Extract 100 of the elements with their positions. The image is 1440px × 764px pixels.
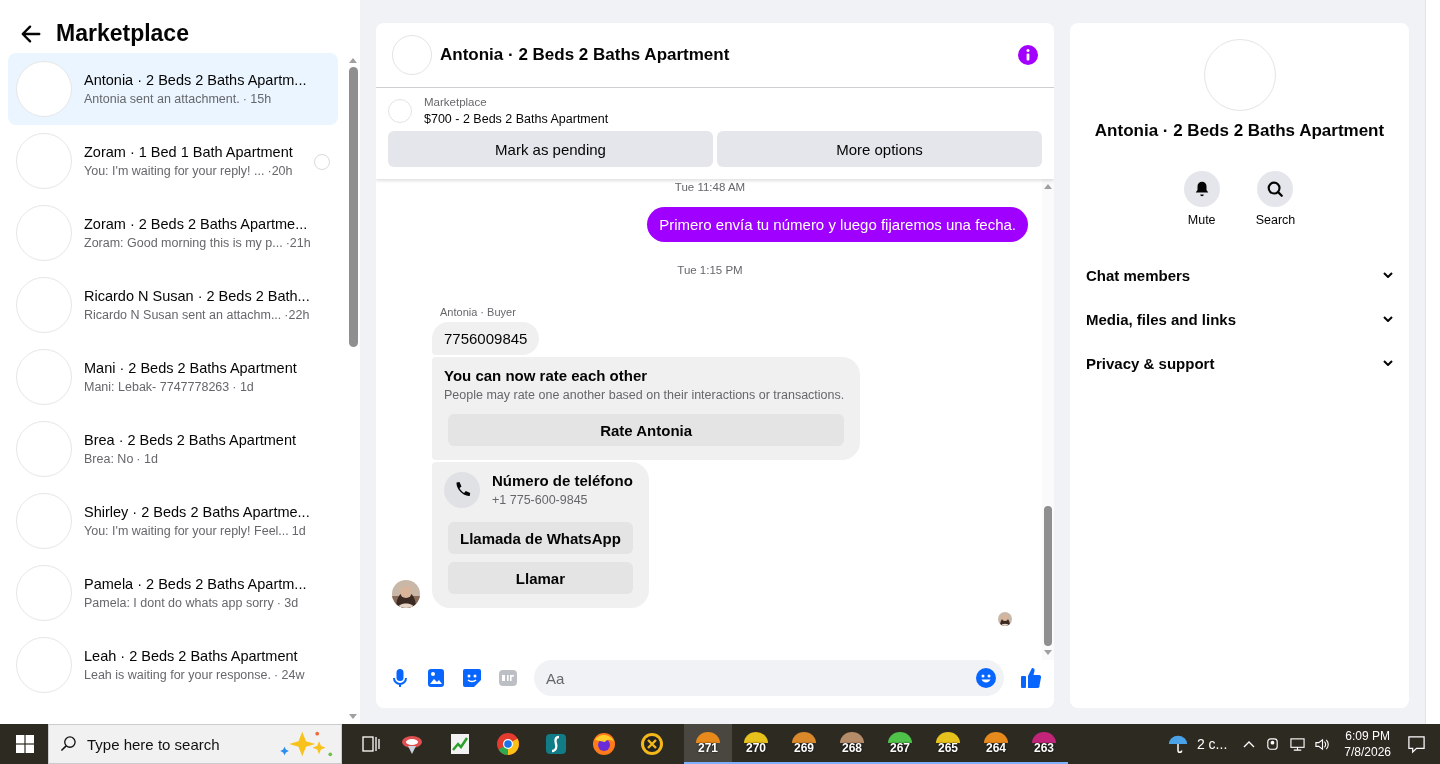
- scroll-up-icon[interactable]: [349, 57, 357, 63]
- message-preview: Pamela: I dont do whats app sorry: [84, 596, 274, 610]
- avatar-icon: [16, 493, 72, 549]
- scroll-down-icon[interactable]: [349, 714, 357, 720]
- network-icon[interactable]: [1290, 736, 1306, 752]
- conversation-item[interactable]: Mani · 2 Beds 2 Baths Apartment Mani: Lebak- 7747778263 · 1d: [8, 341, 338, 413]
- search-icon: [60, 735, 77, 752]
- conversation-item[interactable]: Antonia · 2 Beds 2 Baths Apartm... Antonia sent an attachment. · 15h: [8, 53, 338, 125]
- app-icon[interactable]: [544, 732, 568, 756]
- task-view-icon[interactable]: [362, 735, 380, 753]
- phone-icon: [444, 472, 480, 508]
- scroll-up-icon[interactable]: [1044, 183, 1052, 189]
- emoji-icon[interactable]: [976, 668, 996, 688]
- volume-icon[interactable]: [1315, 736, 1331, 752]
- message-preview: Mani: Lebak- 7747778263: [84, 380, 230, 394]
- message-time: · 1d: [232, 380, 254, 394]
- taskbar-app[interactable]: 265: [924, 724, 972, 764]
- sparkle-icon: [278, 730, 334, 758]
- chevron-up-icon[interactable]: [1243, 740, 1256, 748]
- contact-title: Número de teléfono: [492, 472, 633, 489]
- conversation-item[interactable]: Zoram · 2 Beds 2 Baths Apartme... Zoram: Good morning this is my p... ·21h: [8, 197, 338, 269]
- browser-icon[interactable]: [496, 732, 520, 756]
- section-header[interactable]: Privacy & support: [1086, 341, 1393, 385]
- message-input[interactable]: Aa: [534, 660, 1004, 696]
- scrollbar-thumb[interactable]: [1044, 506, 1052, 646]
- app-icon[interactable]: [448, 732, 472, 756]
- scroll-down-icon[interactable]: [1044, 650, 1052, 656]
- avatar-icon: [16, 277, 72, 333]
- browser-icon[interactable]: [592, 732, 616, 756]
- sticker-icon[interactable]: [462, 668, 482, 688]
- taskbar-app[interactable]: 271: [684, 724, 732, 764]
- section-header[interactable]: Media, files and links: [1086, 297, 1393, 341]
- scrollbar-thumb[interactable]: [348, 67, 358, 347]
- call-button[interactable]: Llamada de WhatsApp: [448, 522, 633, 554]
- page-title: Marketplace: [56, 20, 189, 47]
- avatar-icon: [16, 133, 72, 189]
- scrollbar[interactable]: [1425, 0, 1440, 724]
- conversation-name: Ricardo N Susan · 2 Beds 2 Bath...: [84, 288, 310, 304]
- avatar-icon: [16, 637, 72, 693]
- windows-start-icon[interactable]: [16, 735, 34, 753]
- conversation-name: Pamela · 2 Beds 2 Baths Apartm...: [84, 576, 307, 592]
- message-time: ·22h: [284, 308, 310, 322]
- app-icon[interactable]: [640, 732, 664, 756]
- message-preview: You: I'm waiting for your reply! Feel...: [84, 524, 289, 538]
- sender-label: Antonia · Buyer: [440, 306, 517, 318]
- umbrella-icon[interactable]: [1166, 733, 1189, 755]
- notification-icon[interactable]: [1407, 734, 1426, 754]
- taskbar-app[interactable]: 269: [780, 724, 828, 764]
- conversation-item[interactable]: Brea · 2 Beds 2 Baths Apartment Brea: No · 1d: [8, 413, 338, 485]
- conversation-name: Antonia · 2 Beds 2 Baths Apartm...: [84, 72, 307, 88]
- conversation-name: Brea · 2 Beds 2 Baths Apartment: [84, 432, 296, 448]
- taskbar-app[interactable]: 264: [972, 724, 1020, 764]
- phone-number: +1 775-600-9845: [492, 493, 589, 507]
- message-timestamp: Tue 1:15 PM: [677, 264, 743, 276]
- back-arrow-icon[interactable]: [20, 22, 42, 45]
- taskbar-app[interactable]: 268: [828, 724, 876, 764]
- conversation-item[interactable]: Shirley · 2 Beds 2 Baths Apartme... You: I'm waiting for your reply! Feel... 1d: [8, 485, 338, 557]
- message-preview: Brea: No: [84, 452, 134, 466]
- info-icon[interactable]: [1018, 45, 1038, 65]
- microphone-icon[interactable]: [390, 668, 410, 688]
- weather-text[interactable]: 2 c...: [1196, 736, 1228, 752]
- listing-action-button[interactable]: More options: [717, 131, 1042, 167]
- thumbs-up-icon[interactable]: [1020, 667, 1042, 689]
- message-preview: Zoram: Good morning this is my p...: [84, 236, 283, 250]
- search-icon: [1266, 180, 1285, 198]
- conversation-item[interactable]: Zoram · 1 Bed 1 Bath Apartment You: I'm waiting for your reply! ... ·20h: [8, 125, 338, 197]
- outgoing-message: Primero envía tu número y luego fijaremos una fecha.: [647, 207, 1028, 242]
- rate-button[interactable]: Rate Antonia: [448, 414, 845, 446]
- avatar-icon: [16, 421, 72, 477]
- message-preview: You: I'm waiting for your reply! ...: [84, 164, 265, 178]
- message-time: ·20h: [267, 164, 293, 178]
- contact-name: Antonia · 2 Beds 2 Baths Apartment: [1094, 121, 1385, 141]
- scrollbar[interactable]: [1042, 179, 1054, 660]
- listing-label: Marketplace: [424, 96, 488, 108]
- taskbar-clock[interactable]: 6:09 PM 7/8/2026: [1344, 729, 1391, 759]
- avatar-icon: [16, 565, 72, 621]
- message-time: ·21h: [285, 236, 311, 250]
- taskbar-app[interactable]: 263: [1020, 724, 1068, 764]
- message-time: · 1d: [136, 452, 158, 466]
- rating-title: You can now rate each other: [444, 367, 649, 384]
- taskbar-app[interactable]: 270: [732, 724, 780, 764]
- taskbar-search-field[interactable]: Type here to search: [48, 724, 342, 764]
- listing-title[interactable]: $700 - 2 Beds 2 Baths Apartment: [424, 112, 609, 126]
- conversation-item[interactable]: Leah · 2 Beds 2 Baths Apartment Leah is waiting for your response. · 24w: [8, 629, 338, 701]
- section-header[interactable]: Chat members: [1086, 253, 1393, 297]
- conversation-item[interactable]: Pamela · 2 Beds 2 Baths Apartm... Pamela: I dont do whats app sorry · 3d: [8, 557, 338, 629]
- taskbar-app[interactable]: 267: [876, 724, 924, 764]
- chat-title: Antonia · 2 Beds 2 Baths Apartment: [440, 45, 731, 65]
- message-time: · 15h: [242, 92, 272, 106]
- conversation-item[interactable]: Ricardo N Susan · 2 Beds 2 Bath... Ricardo N Susan sent an attachm... ·22h: [8, 269, 338, 341]
- message-time: · 24w: [273, 668, 305, 682]
- avatar-icon: [16, 205, 72, 261]
- call-button[interactable]: Llamar: [448, 562, 633, 594]
- image-icon[interactable]: [426, 668, 446, 688]
- conversation-name: Shirley · 2 Beds 2 Baths Apartme...: [84, 504, 310, 520]
- message-timestamp: Tue 11:48 AM: [674, 181, 746, 193]
- listing-action-button[interactable]: Mark as pending: [388, 131, 713, 167]
- meeting-icon[interactable]: [1265, 736, 1281, 752]
- conversation-name: Leah · 2 Beds 2 Baths Apartment: [84, 648, 299, 664]
- message-preview: Leah is waiting for your response.: [84, 668, 271, 682]
